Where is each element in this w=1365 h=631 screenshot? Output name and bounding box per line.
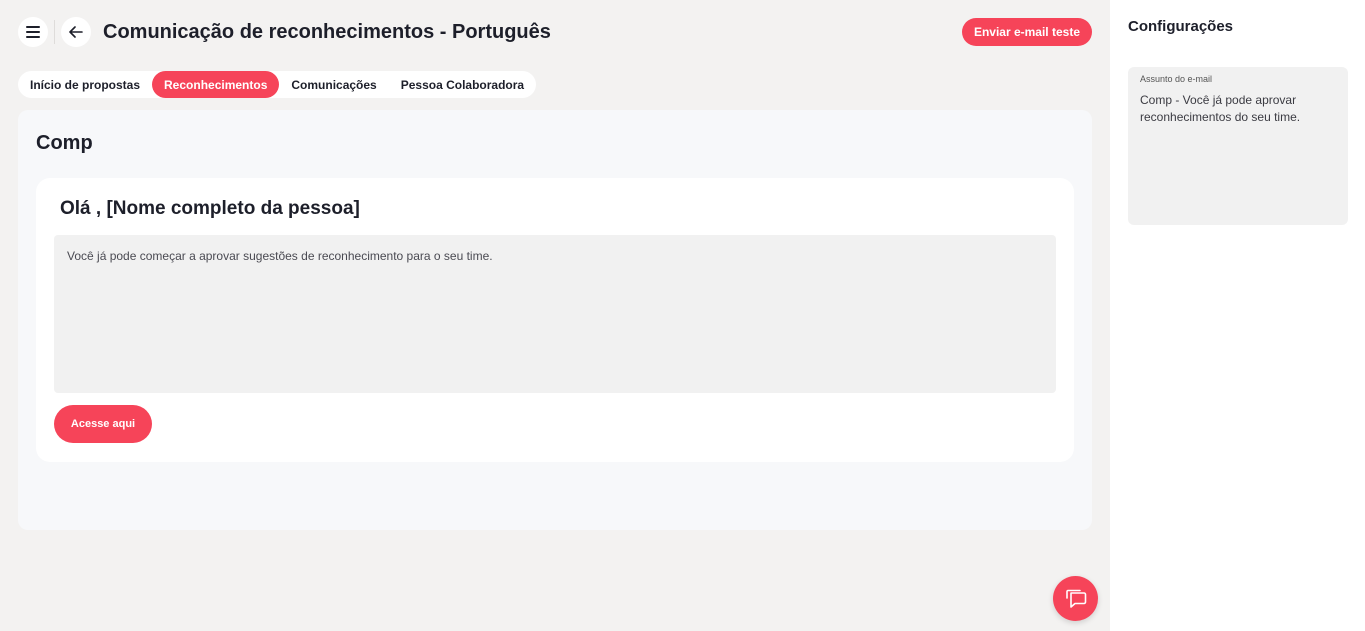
arrow-left-icon [69,26,83,38]
access-here-button[interactable]: Acesse aqui [54,405,152,443]
email-greeting: Olá , [Nome completo da pessoa] [60,198,360,219]
email-body-field[interactable]: Você já pode começar a aprovar sugestões… [54,235,1056,393]
chat-button[interactable] [1053,576,1098,621]
email-body-text: Você já pode começar a aprovar sugestões… [67,249,493,263]
back-button[interactable] [61,17,91,47]
hamburger-menu-icon [26,26,40,38]
email-subject-label: Assunto do e-mail [1140,74,1213,84]
page-title: Comunicação de reconhecimentos - Portugu… [103,21,551,43]
email-card: Olá , [Nome completo da pessoa] Você já … [36,178,1074,462]
tab-comunicacoes[interactable]: Comunicações [279,71,388,98]
panel-title: Comp [36,132,93,154]
email-subject-field[interactable]: Assunto do e-mail Comp - Você já pode ap… [1128,67,1348,225]
tab-bar: Início de propostas Reconhecimentos Comu… [18,71,537,98]
header-divider [54,20,55,44]
page-header: Comunicação de reconhecimentos - Portugu… [18,17,1092,47]
email-preview-panel: Comp Olá , [Nome completo da pessoa] Voc… [18,110,1092,530]
send-test-email-button[interactable]: Enviar e-mail teste [961,18,1092,46]
settings-sidebar: Configurações Assunto do e-mail Comp - V… [1110,0,1365,631]
tab-pessoa-colaboradora[interactable]: Pessoa Colaboradora [389,71,536,98]
chat-bubbles-icon [1065,589,1086,608]
tab-reconhecimentos[interactable]: Reconhecimentos [152,71,280,98]
main-area: Comunicação de reconhecimentos - Portugu… [0,0,1110,631]
tab-inicio-de-propostas[interactable]: Início de propostas [18,71,152,98]
email-subject-value: Comp - Você já pode aprovar reconhecimen… [1140,93,1301,124]
menu-button[interactable] [18,17,48,47]
settings-title: Configurações [1128,18,1234,35]
